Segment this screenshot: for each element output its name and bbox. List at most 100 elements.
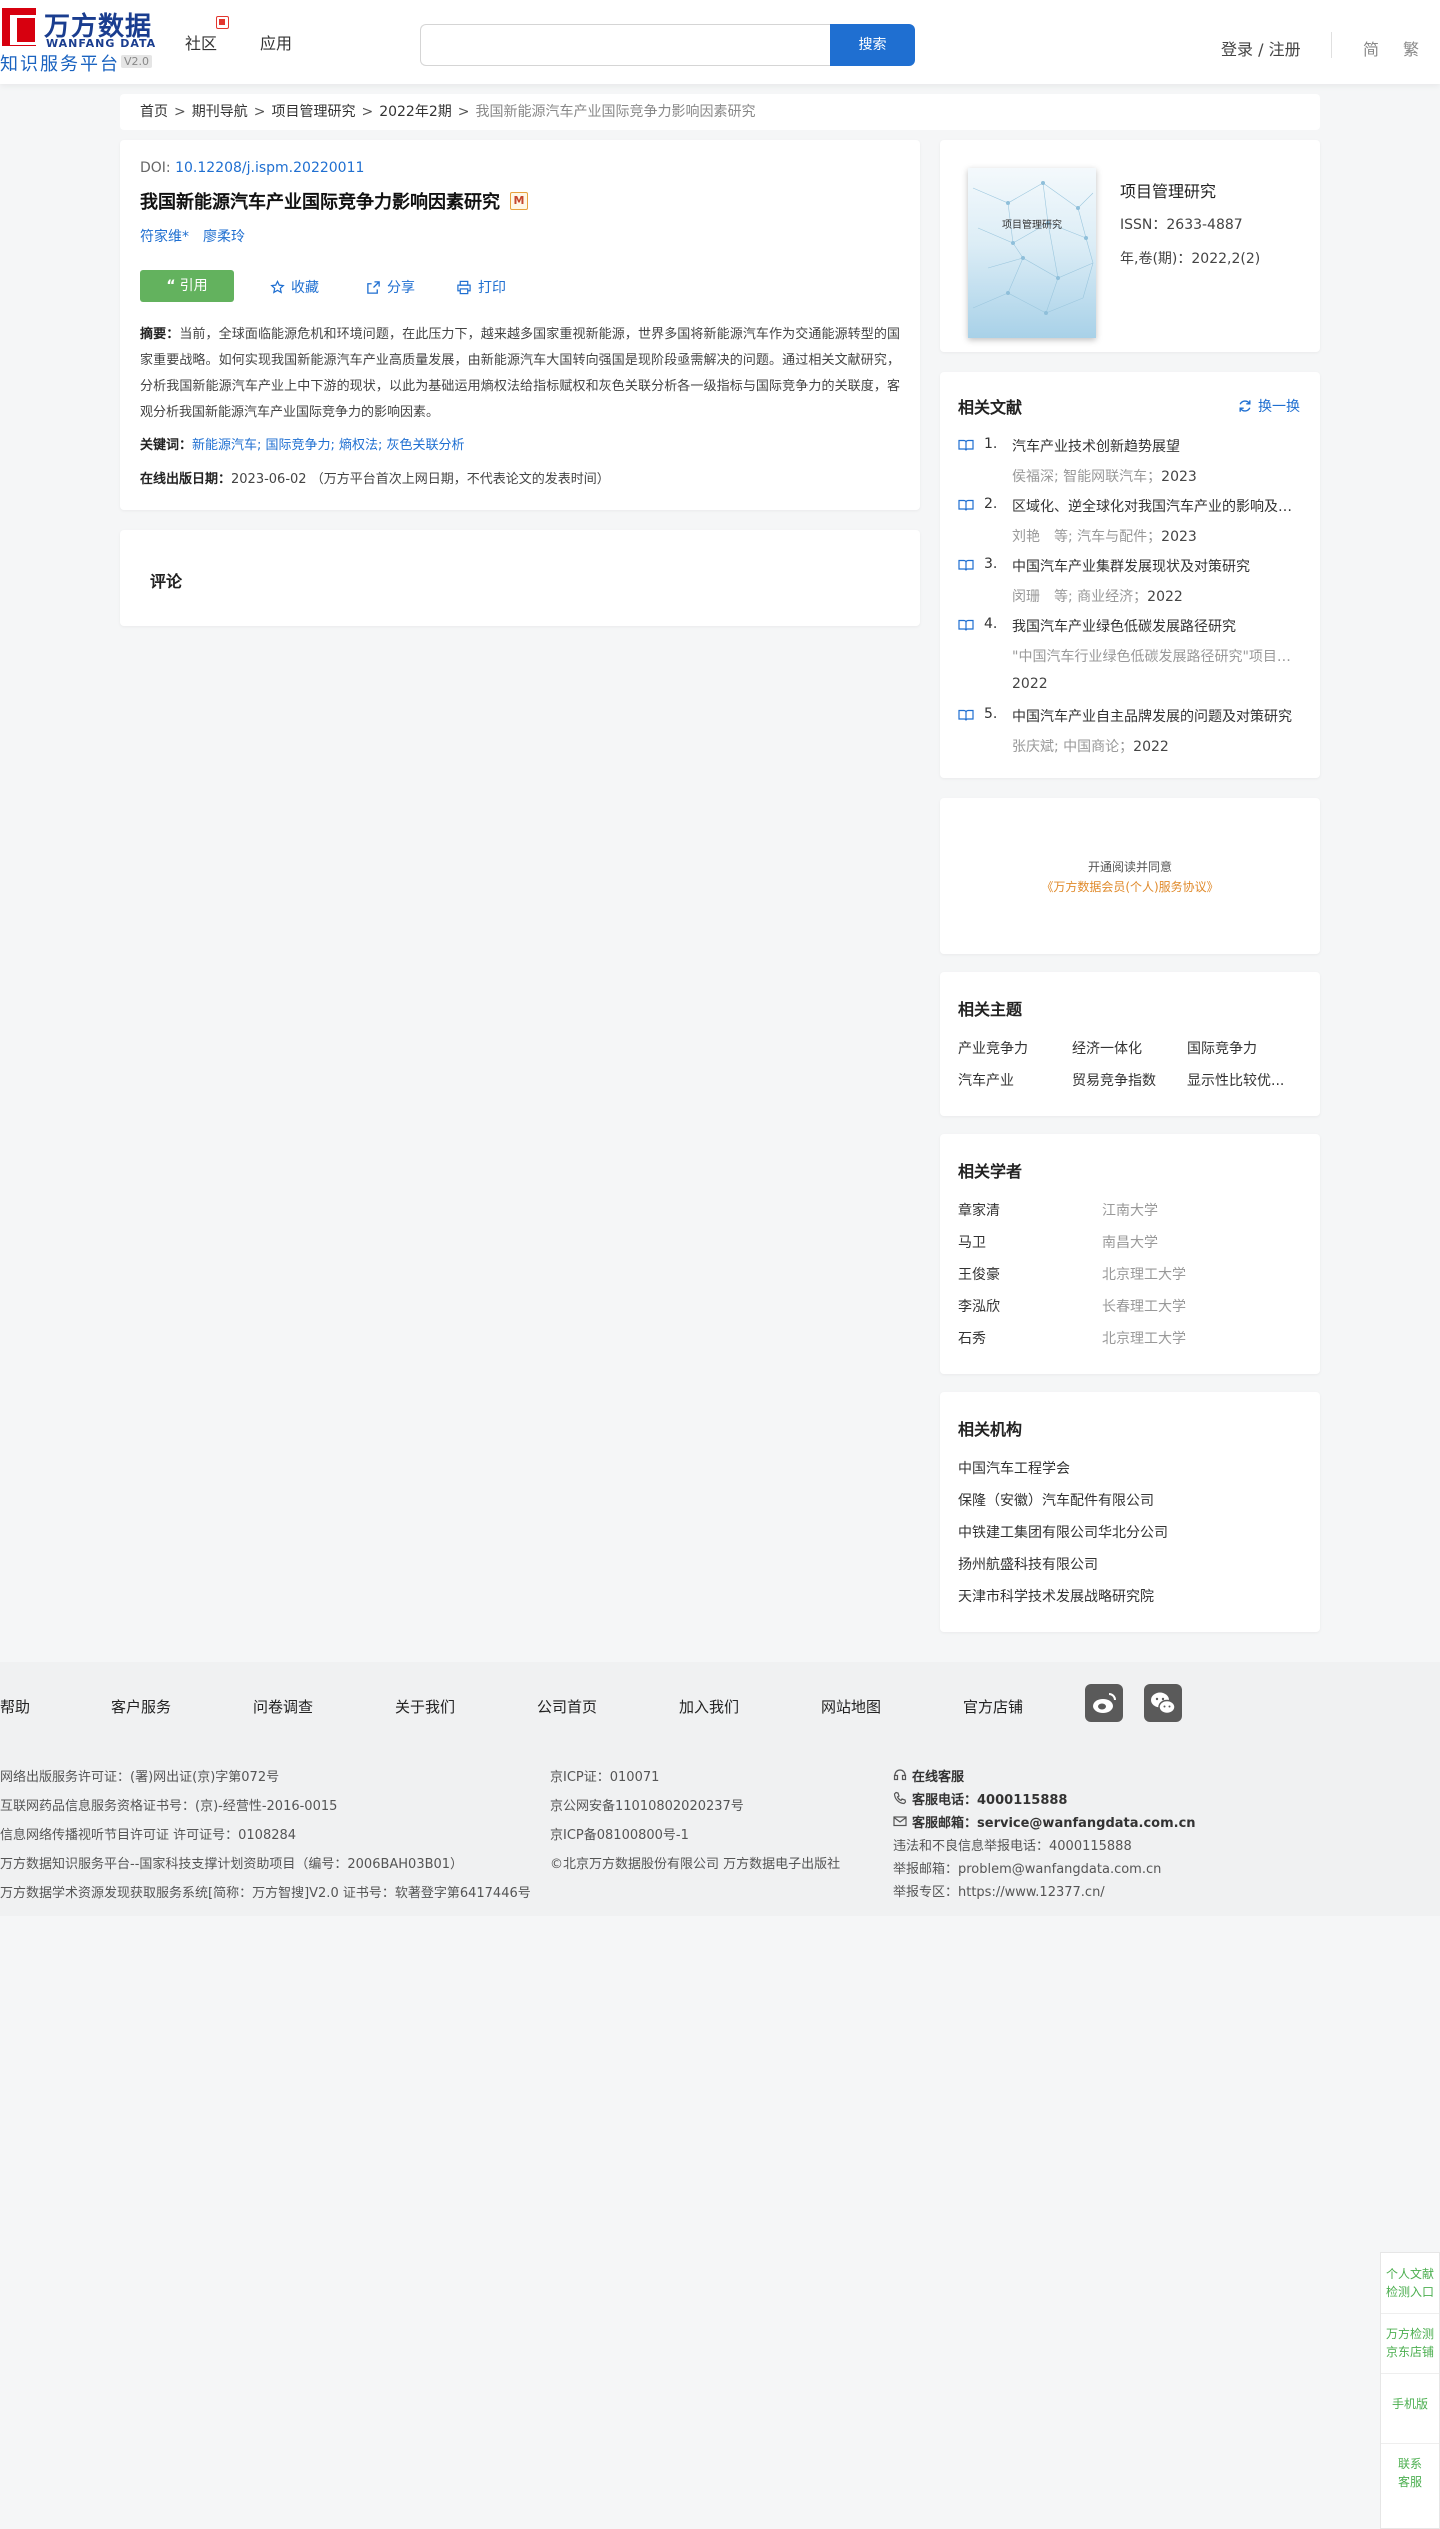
breadcrumb-current: 我国新能源汽车产业国际竞争力影响因素研究 (475, 104, 756, 120)
report-phone: 违法和不良信息举报电话：4000115888 (893, 1839, 1132, 1854)
side-mobile[interactable]: 手机版 (1381, 2395, 1439, 2413)
doc-title[interactable]: 我国汽车产业绿色低碳发展路径研究 (1012, 616, 1304, 636)
footer-icp-line[interactable]: 京ICP证：010071 (550, 1766, 659, 1785)
membership-agreement-link[interactable]: 《万方数据会员(个人)服务协议》 (940, 878, 1320, 895)
login-register-link[interactable]: 登录 / 注册 (1221, 36, 1301, 60)
topic-link[interactable]: 国际竞争力 (1187, 1038, 1257, 1058)
topic-link[interactable]: 显示性比较优... (1187, 1070, 1284, 1090)
doc-source: 刘艳 等; 汽车与配件；2023 (1012, 526, 1304, 546)
email-value[interactable]: service@wanfangdata.com.cn (977, 1816, 1196, 1831)
footer-company-link[interactable]: 公司首页 (537, 1696, 597, 1717)
lang-simplified-button[interactable]: 简 (1363, 36, 1379, 60)
footer-join-link[interactable]: 加入我们 (679, 1696, 739, 1717)
side-personal-check[interactable]: 个人文献 检测入口 (1381, 2265, 1439, 2301)
breadcrumb-journal[interactable]: 项目管理研究 (271, 104, 355, 120)
breadcrumb-home[interactable]: 首页 (140, 104, 168, 120)
pubdate-label: 在线出版日期： (140, 472, 232, 487)
org-link[interactable]: 中铁建工集团有限公司华北分公司 (958, 1522, 1168, 1542)
footer-help-link[interactable]: 帮助 (0, 1696, 30, 1717)
membership-card: 开通阅读并同意 《万方数据会员(个人)服务协议》 (940, 798, 1320, 954)
org-link[interactable]: 保隆（安徽）汽车配件有限公司 (958, 1490, 1154, 1510)
topic-link[interactable]: 经济一体化 (1072, 1038, 1142, 1058)
footer-survey-link[interactable]: 问卷调查 (253, 1696, 313, 1717)
doc-title[interactable]: 区域化、逆全球化对我国汽车产业的影响及对策研究 (1012, 496, 1304, 516)
swap-button[interactable]: 换一换 (1238, 396, 1300, 416)
author-link[interactable]: 廖柔玲 (203, 229, 245, 245)
quote-icon: “ (166, 278, 176, 294)
scholar-org[interactable]: 北京理工大学 (1102, 1264, 1186, 1284)
journal-issn: ISSN：2633-4887 (1120, 217, 1243, 233)
cite-button[interactable]: “引用 (140, 270, 234, 302)
related-doc-item[interactable]: 2. 区域化、逆全球化对我国汽车产业的影响及对策研究 刘艳 等; 汽车与配件；2… (958, 496, 1304, 546)
related-doc-item[interactable]: 5. 中国汽车产业自主品牌发展的问题及对策研究 张庆斌; 中国商论；2022 (958, 706, 1304, 756)
doc-title[interactable]: 中国汽车产业集群发展现状及对策研究 (1012, 556, 1304, 576)
print-button[interactable]: 打印 (456, 277, 506, 297)
org-link[interactable]: 天津市科学技术发展战略研究院 (958, 1586, 1154, 1606)
related-topics-card: 相关主题 产业竞争力 经济一体化 国际竞争力 汽车产业 贸易竞争指数 显示性比较… (940, 972, 1320, 1116)
scholar-name[interactable]: 马卫 (958, 1232, 986, 1252)
related-doc-item[interactable]: 3. 中国汽车产业集群发展现状及对策研究 闵珊 等; 商业经济；2022 (958, 556, 1304, 606)
scholar-name[interactable]: 石秀 (958, 1328, 986, 1348)
topic-link[interactable]: 产业竞争力 (958, 1038, 1028, 1058)
share-button[interactable]: 分享 (366, 277, 415, 297)
doi-link[interactable]: 10.12208/j.ispm.20220011 (175, 160, 364, 176)
service-phone: 客服电话：4000115888 (912, 1789, 1067, 1808)
footer-service-link[interactable]: 客户服务 (111, 1696, 171, 1717)
scholar-org[interactable]: 南昌大学 (1102, 1232, 1158, 1252)
scholar-org[interactable]: 长春理工大学 (1102, 1296, 1186, 1316)
weibo-glyph (1093, 1693, 1116, 1713)
article-card: DOI: 10.12208/j.ispm.20220011 我国新能源汽车产业国… (120, 140, 920, 510)
search-button[interactable]: 搜索 (830, 24, 915, 66)
weibo-icon[interactable] (1085, 1684, 1123, 1722)
footer-license-line: 信息网络传播视听节目许可证 许可证号：0108284 (0, 1828, 297, 1843)
breadcrumb-journal-nav[interactable]: 期刊导航 (192, 104, 248, 120)
doi-label: DOI: (140, 160, 176, 176)
footer-icp-line[interactable]: 京ICP备08100800号-1 (550, 1824, 689, 1843)
report-zone[interactable]: 举报专区：https://www.12377.cn/ (893, 1881, 1105, 1900)
footer-about-link[interactable]: 关于我们 (395, 1696, 455, 1717)
footer-license-line: 万方数据知识服务平台--国家科技支撑计划资助项目（编号：2006BAH03B01… (0, 1857, 464, 1872)
side-contact-service[interactable]: 联系 客服 (1381, 2455, 1439, 2491)
author-link[interactable]: 符家维* (140, 229, 189, 245)
scholar-name[interactable]: 王俊豪 (958, 1264, 1000, 1284)
topic-link[interactable]: 贸易竞争指数 (1072, 1070, 1156, 1090)
org-link[interactable]: 扬州航盛科技有限公司 (958, 1554, 1098, 1574)
related-orgs-card: 相关机构 中国汽车工程学会 保隆（安徽）汽车配件有限公司 中铁建工集团有限公司华… (940, 1392, 1320, 1632)
topic-link[interactable]: 汽车产业 (958, 1070, 1014, 1090)
article-title: 我国新能源汽车产业国际竞争力影响因素研究 (140, 192, 500, 213)
online-service-link[interactable]: 在线客服 (912, 1766, 964, 1785)
printer-icon (457, 280, 471, 294)
nav-app[interactable]: 应用 (260, 30, 292, 54)
journal-name[interactable]: 项目管理研究 (1120, 178, 1216, 202)
search-input[interactable] (420, 24, 830, 66)
scholar-org[interactable]: 江南大学 (1102, 1200, 1158, 1220)
related-doc-item[interactable]: 1. 汽车产业技术创新趋势展望 侯福深; 智能网联汽车；2023 (958, 436, 1304, 486)
footer-icp-line[interactable]: 京公网安备11010802020237号 (550, 1795, 744, 1814)
lang-traditional-button[interactable]: 繁 (1403, 36, 1419, 60)
doc-year: 2022 (1147, 589, 1183, 605)
breadcrumb-issue[interactable]: 2022年2期 (379, 104, 452, 120)
scholar-name[interactable]: 章家清 (958, 1200, 1000, 1220)
favorite-button[interactable]: 收藏 (270, 277, 319, 297)
org-link[interactable]: 中国汽车工程学会 (958, 1458, 1070, 1478)
footer-store-link[interactable]: 官方店铺 (963, 1696, 1023, 1717)
comment-card: 评论 (120, 530, 920, 626)
nav-community[interactable]: 社区 (185, 30, 217, 54)
footer-sitemap-link[interactable]: 网站地图 (821, 1696, 881, 1717)
wanfang-logo[interactable]: 万方数据 WANFANG DATA 知识服务平台 V2.0 (0, 6, 160, 75)
cite-label: 引用 (179, 278, 208, 294)
scholar-name[interactable]: 李泓欣 (958, 1296, 1000, 1316)
side-jd-store[interactable]: 万方检测 京东店铺 (1381, 2325, 1439, 2361)
related-doc-item[interactable]: 4. 我国汽车产业绿色低碳发展路径研究 "中国汽车行业绿色低碳发展路径研究"项目… (958, 616, 1304, 696)
book-icon (958, 559, 974, 571)
email-label: 客服邮箱： (912, 1816, 978, 1831)
wechat-icon[interactable] (1144, 1684, 1182, 1722)
journal-cover-image[interactable]: 项目管理研究 (968, 168, 1096, 338)
doc-source: 闵珊 等; 商业经济；2022 (1012, 586, 1304, 606)
doc-title[interactable]: 汽车产业技术创新趋势展望 (1012, 436, 1304, 456)
related-orgs-title: 相关机构 (958, 1420, 1023, 1439)
m-badge-icon[interactable]: M (510, 192, 528, 210)
scholar-org[interactable]: 北京理工大学 (1102, 1328, 1186, 1348)
keywords-links[interactable]: 新能源汽车; 国际竞争力; 熵权法; 灰色关联分析 (192, 438, 465, 453)
doc-title[interactable]: 中国汽车产业自主品牌发展的问题及对策研究 (1012, 706, 1304, 726)
